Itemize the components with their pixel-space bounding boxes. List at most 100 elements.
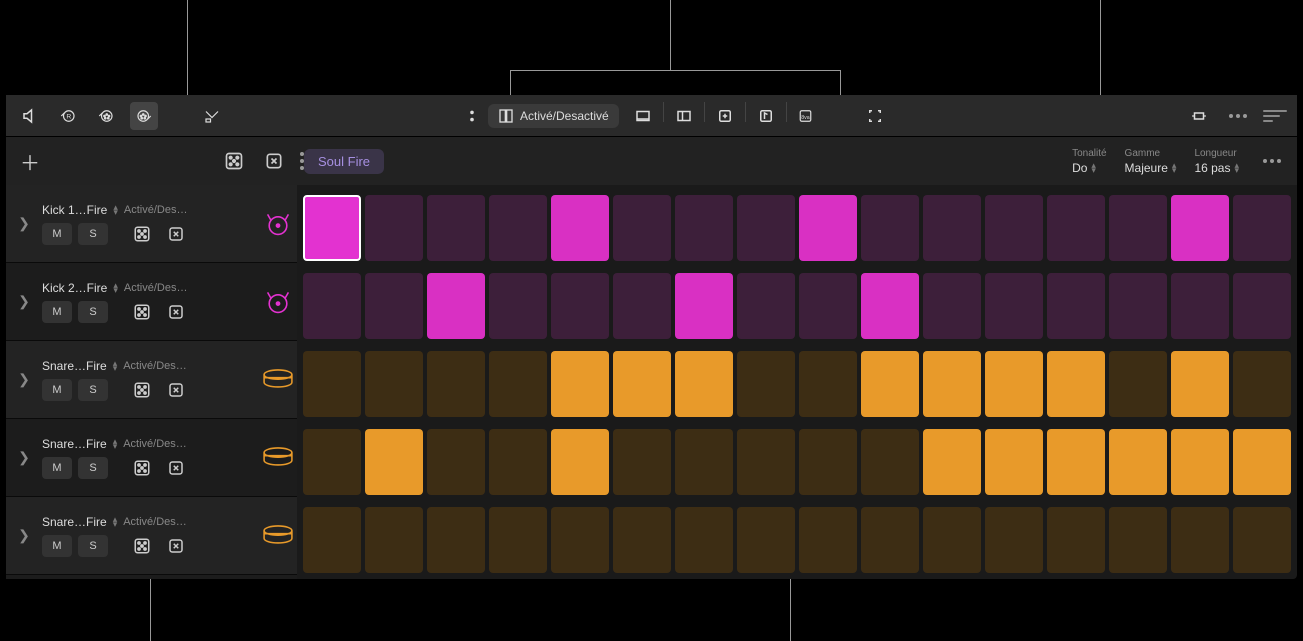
expand-track-button[interactable]: ❯ bbox=[6, 449, 42, 466]
record-icon[interactable]: R bbox=[54, 102, 82, 130]
step-cell[interactable] bbox=[737, 429, 795, 495]
step-cell[interactable] bbox=[1047, 351, 1105, 417]
randomize-track-button[interactable] bbox=[128, 457, 156, 479]
step-cell[interactable] bbox=[1171, 273, 1229, 339]
more-menu-button[interactable] bbox=[1223, 108, 1253, 124]
midi-in-icon[interactable] bbox=[130, 102, 158, 130]
step-cell[interactable] bbox=[427, 429, 485, 495]
key-param[interactable]: Tonalité Do▴▾ bbox=[1072, 148, 1106, 175]
step-cell[interactable] bbox=[489, 195, 547, 261]
step-cell[interactable] bbox=[675, 429, 733, 495]
step-cell[interactable] bbox=[861, 507, 919, 573]
step-cell[interactable] bbox=[427, 273, 485, 339]
step-cell[interactable] bbox=[985, 351, 1043, 417]
step-cell[interactable] bbox=[365, 429, 423, 495]
step-cell[interactable] bbox=[1233, 273, 1291, 339]
pattern-selector[interactable]: Soul Fire bbox=[304, 149, 384, 174]
expand-track-button[interactable]: ❯ bbox=[6, 293, 42, 310]
step-cell[interactable] bbox=[489, 351, 547, 417]
step-cell[interactable] bbox=[923, 351, 981, 417]
expand-track-button[interactable]: ❯ bbox=[6, 527, 42, 544]
step-cell[interactable] bbox=[613, 429, 671, 495]
step-cell[interactable] bbox=[489, 507, 547, 573]
step-cell[interactable] bbox=[365, 195, 423, 261]
step-cell[interactable] bbox=[1171, 351, 1229, 417]
track-name-row[interactable]: Snare…Fire ▴▾ Activé/Des… bbox=[42, 437, 259, 451]
step-cell[interactable] bbox=[923, 507, 981, 573]
step-cell[interactable] bbox=[799, 507, 857, 573]
expand-track-button[interactable]: ❯ bbox=[6, 215, 42, 232]
step-cell[interactable] bbox=[1109, 195, 1167, 261]
step-cell[interactable] bbox=[1109, 273, 1167, 339]
step-cell[interactable] bbox=[303, 429, 361, 495]
track-name-row[interactable]: Kick 1…Fire ▴▾ Activé/Des… bbox=[42, 203, 259, 217]
step-cell[interactable] bbox=[489, 273, 547, 339]
volume-icon[interactable] bbox=[16, 102, 44, 130]
step-cell[interactable] bbox=[427, 351, 485, 417]
step-cell[interactable] bbox=[1171, 507, 1229, 573]
randomize-track-button[interactable] bbox=[128, 223, 156, 245]
clear-track-button[interactable] bbox=[162, 223, 190, 245]
mute-button[interactable]: M bbox=[42, 223, 72, 245]
step-cell[interactable] bbox=[675, 507, 733, 573]
octave-icon[interactable]: 8va bbox=[793, 102, 821, 130]
randomize-track-button[interactable] bbox=[128, 301, 156, 323]
clear-track-button[interactable] bbox=[162, 379, 190, 401]
mute-button[interactable]: M bbox=[42, 457, 72, 479]
step-cell[interactable] bbox=[1109, 429, 1167, 495]
step-cell[interactable] bbox=[1233, 429, 1291, 495]
step-cell[interactable] bbox=[923, 429, 981, 495]
step-cell[interactable] bbox=[985, 429, 1043, 495]
step-cell[interactable] bbox=[427, 507, 485, 573]
step-cell[interactable] bbox=[799, 429, 857, 495]
step-cell[interactable] bbox=[985, 195, 1043, 261]
step-cell[interactable] bbox=[923, 273, 981, 339]
randomize-track-button[interactable] bbox=[128, 535, 156, 557]
step-cell[interactable] bbox=[613, 273, 671, 339]
step-cell[interactable] bbox=[613, 195, 671, 261]
params-more-menu[interactable] bbox=[1257, 153, 1287, 169]
step-cell[interactable] bbox=[861, 273, 919, 339]
step-cell[interactable] bbox=[1047, 507, 1105, 573]
step-cell[interactable] bbox=[861, 351, 919, 417]
step-cell[interactable] bbox=[551, 273, 609, 339]
activated-toggle-button[interactable]: Activé/Desactivé bbox=[488, 104, 619, 128]
step-cell[interactable] bbox=[303, 273, 361, 339]
step-cell[interactable] bbox=[737, 273, 795, 339]
menu-dot-icon[interactable] bbox=[466, 102, 478, 130]
randomize-track-button[interactable] bbox=[128, 379, 156, 401]
solo-button[interactable]: S bbox=[78, 301, 108, 323]
step-cell[interactable] bbox=[1233, 351, 1291, 417]
track-name-row[interactable]: Kick 2…Fire ▴▾ Activé/Des… bbox=[42, 281, 259, 295]
step-cell[interactable] bbox=[1047, 429, 1105, 495]
step-cell[interactable] bbox=[985, 273, 1043, 339]
step-cell[interactable] bbox=[365, 507, 423, 573]
step-cell[interactable] bbox=[365, 273, 423, 339]
step-cell[interactable] bbox=[675, 195, 733, 261]
focus-icon[interactable] bbox=[861, 102, 889, 130]
mute-button[interactable]: M bbox=[42, 535, 72, 557]
step-cell[interactable] bbox=[737, 507, 795, 573]
loop-icon[interactable] bbox=[711, 102, 739, 130]
step-cell[interactable] bbox=[1047, 273, 1105, 339]
step-cell[interactable] bbox=[923, 195, 981, 261]
step-cell[interactable] bbox=[365, 351, 423, 417]
step-cell[interactable] bbox=[799, 195, 857, 261]
snap-icon[interactable] bbox=[198, 102, 226, 130]
track-name-row[interactable]: Snare…Fire ▴▾ Activé/Des… bbox=[42, 359, 259, 373]
step-cell[interactable] bbox=[613, 507, 671, 573]
step-cell[interactable] bbox=[799, 351, 857, 417]
view-mode-1-icon[interactable] bbox=[629, 102, 657, 130]
step-cell[interactable] bbox=[551, 429, 609, 495]
solo-button[interactable]: S bbox=[78, 223, 108, 245]
view-mode-2-icon[interactable] bbox=[670, 102, 698, 130]
scale-param[interactable]: Gamme Majeure▴▾ bbox=[1125, 148, 1177, 175]
step-cell[interactable] bbox=[303, 351, 361, 417]
step-cell[interactable] bbox=[489, 429, 547, 495]
expand-track-button[interactable]: ❯ bbox=[6, 371, 42, 388]
step-cell[interactable] bbox=[675, 351, 733, 417]
solo-button[interactable]: S bbox=[78, 379, 108, 401]
track-name-row[interactable]: Snare…Fire ▴▾ Activé/Des… bbox=[42, 515, 259, 529]
step-cell[interactable] bbox=[1233, 507, 1291, 573]
solo-button[interactable]: S bbox=[78, 535, 108, 557]
